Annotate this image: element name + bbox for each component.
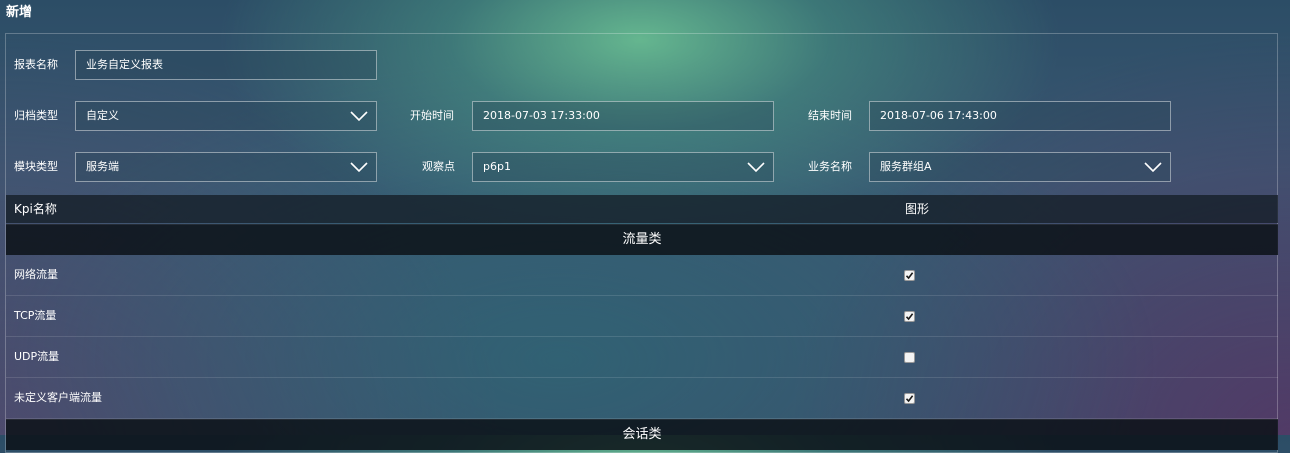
table-row: 未定义客户端流量 bbox=[6, 378, 1278, 419]
observe-point-label: 观察点 bbox=[422, 160, 455, 173]
check-icon bbox=[905, 395, 914, 403]
module-type-value: 服务端 bbox=[86, 160, 119, 173]
table-row: 网络流量 bbox=[6, 255, 1278, 296]
archive-type-label: 归档类型 bbox=[14, 109, 58, 122]
page-title: 新增 bbox=[6, 5, 33, 20]
group-row-traffic: 流量类 bbox=[6, 224, 1278, 255]
chevron-down-icon bbox=[747, 162, 765, 173]
graph-checkbox[interactable] bbox=[904, 270, 915, 281]
observe-point-value: p6p1 bbox=[483, 160, 511, 173]
start-time-input[interactable]: 2018-07-03 17:33:00 bbox=[472, 101, 774, 131]
table-row: TCP流量 bbox=[6, 296, 1278, 337]
end-time-input[interactable]: 2018-07-06 17:43:00 bbox=[869, 101, 1171, 131]
kpi-name: 未定义客户端流量 bbox=[14, 391, 102, 404]
check-icon bbox=[905, 313, 914, 321]
graph-column-header: 图形 bbox=[905, 202, 930, 216]
report-name-input[interactable]: 业务自定义报表 bbox=[75, 50, 377, 80]
observe-point-select[interactable]: p6p1 bbox=[472, 152, 774, 182]
start-time-label: 开始时间 bbox=[410, 109, 454, 122]
chevron-down-icon bbox=[350, 162, 368, 173]
check-icon bbox=[905, 272, 914, 280]
archive-type-select[interactable]: 自定义 bbox=[75, 101, 377, 131]
business-name-value: 服务群组A bbox=[880, 160, 932, 173]
graph-checkbox[interactable] bbox=[904, 352, 915, 363]
kpi-name: UDP流量 bbox=[14, 350, 60, 363]
graph-checkbox[interactable] bbox=[904, 311, 915, 322]
kpi-table-header: Kpi名称 图形 bbox=[6, 195, 1278, 223]
module-type-label: 模块类型 bbox=[14, 160, 58, 173]
kpi-name: TCP流量 bbox=[14, 309, 57, 322]
report-name-label: 报表名称 bbox=[14, 58, 58, 71]
kpi-name-column-header: Kpi名称 bbox=[14, 202, 57, 216]
end-time-label: 结束时间 bbox=[808, 109, 852, 122]
chevron-down-icon bbox=[350, 111, 368, 122]
graph-checkbox[interactable] bbox=[904, 393, 915, 404]
chevron-down-icon bbox=[1144, 162, 1162, 173]
business-name-select[interactable]: 服务群组A bbox=[869, 152, 1171, 182]
business-name-label: 业务名称 bbox=[808, 160, 852, 173]
kpi-name: 网络流量 bbox=[14, 268, 58, 281]
archive-type-value: 自定义 bbox=[86, 109, 119, 122]
module-type-select[interactable]: 服务端 bbox=[75, 152, 377, 182]
table-row: UDP流量 bbox=[6, 337, 1278, 378]
